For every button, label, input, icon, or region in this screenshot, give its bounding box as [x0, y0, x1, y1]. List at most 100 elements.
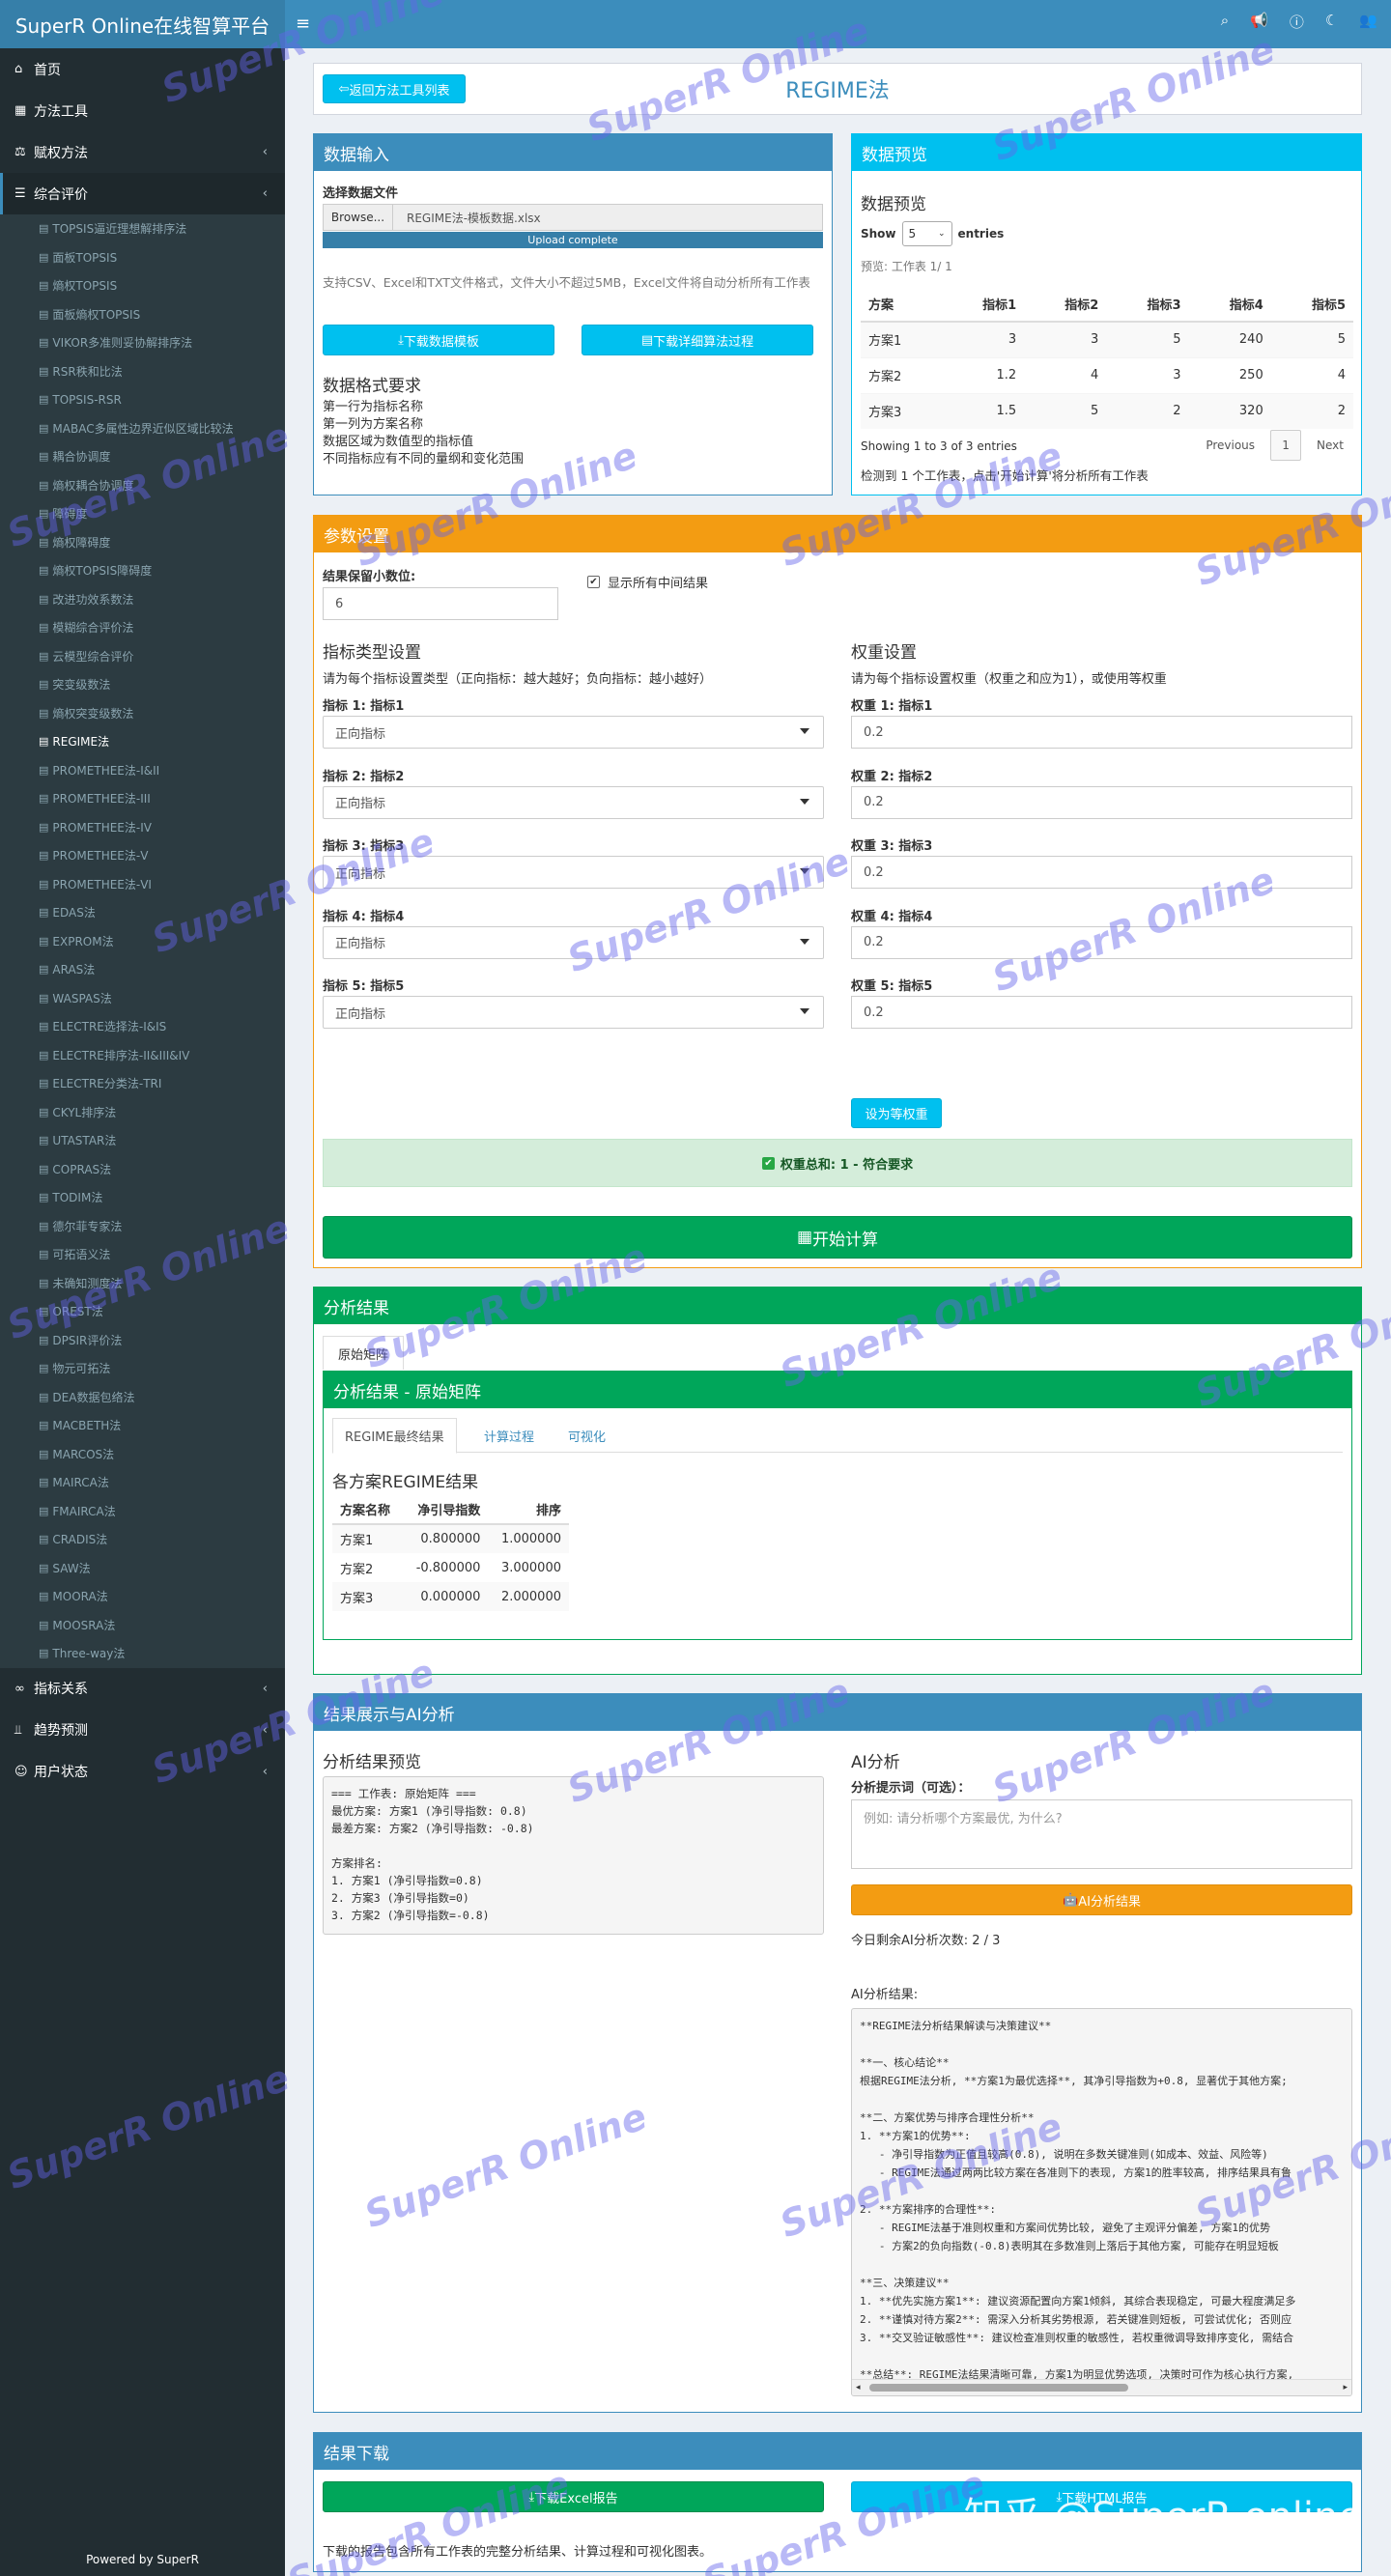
column-header[interactable]: 指标5 — [1270, 286, 1353, 323]
tab-original-matrix[interactable]: 原始矩阵 — [323, 1336, 404, 1370]
tab-visualization[interactable]: 可视化 — [558, 1418, 615, 1453]
sidebar-subitem[interactable]: ▤ 熵权耦合协调度 — [0, 471, 285, 500]
sidebar-subitem[interactable]: ▤ TOPSIS-RSR — [0, 385, 285, 414]
sidebar-subitem[interactable]: ▤ TOPSIS逼近理想解排序法 — [0, 214, 285, 243]
sidebar-subitem[interactable]: ▤ 德尔菲专家法 — [0, 1212, 285, 1241]
sidebar-subitem[interactable]: ▤ CKYL排序法 — [0, 1098, 285, 1127]
sidebar-subitem[interactable]: ▤ MAIRCA法 — [0, 1468, 285, 1497]
column-header[interactable]: 指标4 — [1188, 286, 1271, 323]
sidebar-subitem[interactable]: ▤ FMAIRCA法 — [0, 1497, 285, 1526]
weight-input[interactable]: 0.2 — [851, 785, 1352, 819]
sidebar-subitem[interactable]: ▤ PROMETHEE法-VI — [0, 870, 285, 899]
sidebar-subitem[interactable]: ▤ UTASTAR法 — [0, 1126, 285, 1155]
indicator-type-select[interactable]: 正向指标 — [323, 785, 824, 819]
tab-final-result[interactable]: REGIME最终结果 — [332, 1418, 457, 1454]
sidebar-subitem[interactable]: ▤ REGIME法 — [0, 727, 285, 756]
sidebar-item-indicator-relation[interactable]: ∞ 指标关系 ‹ — [0, 1668, 285, 1710]
sidebar-subitem[interactable]: ▤ ARAS法 — [0, 955, 285, 984]
ai-analyze-button[interactable]: 🤖 AI分析结果 — [851, 1884, 1352, 1915]
weight-input[interactable]: 0.2 — [851, 856, 1352, 889]
sidebar-subitem[interactable]: ▤ Three-way法 — [0, 1639, 285, 1668]
sidebar-subitem[interactable]: ▤ DPSIR评价法 — [0, 1326, 285, 1355]
sidebar-subitem[interactable]: ▤ ELECTRE排序法-II&III&IV — [0, 1041, 285, 1070]
sidebar-subitem[interactable]: ▤ TODIM法 — [0, 1183, 285, 1212]
sidebar-subitem[interactable]: ▤ 面板TOPSIS — [0, 243, 285, 272]
file-input[interactable]: Browse... REGIME法-模板数据.xlsx — [323, 204, 823, 231]
sidebar-item-trend[interactable]: ⫫ 趋势预测 ‹ — [0, 1710, 285, 1751]
decimals-input[interactable]: 6 — [323, 587, 558, 620]
sidebar-subitem[interactable]: ▤ SAW法 — [0, 1554, 285, 1583]
previous-page-button[interactable]: Previous — [1190, 439, 1270, 452]
sidebar-subitem[interactable]: ▤ 熵权突变级数法 — [0, 699, 285, 728]
sidebar-subitem[interactable]: ▤ 可拓语义法 — [0, 1240, 285, 1269]
weight-input[interactable]: 0.2 — [851, 925, 1352, 959]
sidebar-subitem[interactable]: ▤ OREST法 — [0, 1297, 285, 1326]
sidebar-subitem[interactable]: ▤ EDAS法 — [0, 898, 285, 927]
sidebar-subitem[interactable]: ▤ 耦合协调度 — [0, 442, 285, 471]
sidebar-item-weighting[interactable]: ⚖ 赋权方法 ‹ — [0, 131, 285, 173]
download-detail-button[interactable]: ▤ 下载详细算法过程 — [582, 325, 813, 355]
next-page-button[interactable]: Next — [1301, 439, 1344, 452]
sidebar-subitem[interactable]: ▤ 云模型综合评价 — [0, 642, 285, 671]
indicator-type-select[interactable]: 正向指标 — [323, 856, 824, 889]
weight-input[interactable]: 0.2 — [851, 996, 1352, 1029]
download-template-button[interactable]: ⤓ 下载数据模板 — [323, 325, 554, 355]
sidebar-subitem[interactable]: ▤ PROMETHEE法-III — [0, 784, 285, 813]
show-all-checkbox[interactable]: ✔ — [587, 576, 600, 588]
users-icon[interactable]: 👥 — [1359, 12, 1377, 32]
sidebar-subitem[interactable]: ▤ 物元可拓法 — [0, 1354, 285, 1383]
sidebar-item-evaluation[interactable]: ☰ 综合评价 ‹ — [0, 173, 285, 214]
sidebar-subitem[interactable]: ▤ 熵权TOPSIS — [0, 271, 285, 300]
scroll-right-icon[interactable]: ▸ — [1343, 2383, 1348, 2392]
scroll-left-icon[interactable]: ◂ — [856, 2383, 861, 2392]
sidebar-subitem[interactable]: ▤ ELECTRE选择法-I&IS — [0, 1012, 285, 1041]
sidebar-item-home[interactable]: ⌂ 首页 — [0, 48, 285, 90]
sidebar-subitem[interactable]: ▤ COPRAS法 — [0, 1155, 285, 1184]
indicator-type-select[interactable]: 正向指标 — [323, 716, 824, 749]
sidebar-subitem[interactable]: ▤ MARCOS法 — [0, 1440, 285, 1469]
sidebar-subitem[interactable]: ▤ 面板熵权TOPSIS — [0, 300, 285, 329]
start-calculation-button[interactable]: ▦ 开始计算 — [323, 1216, 1352, 1259]
sidebar-subitem[interactable]: ▤ 熵权障碍度 — [0, 528, 285, 557]
indicator-type-select[interactable]: 正向指标 — [323, 996, 824, 1029]
bars-icon[interactable]: ≡ — [296, 14, 310, 34]
sidebar-subitem[interactable]: ▤ PROMETHEE法-IV — [0, 813, 285, 842]
prompt-textarea[interactable]: 例如: 请分析哪个方案最优, 为什么? — [851, 1799, 1352, 1869]
page-length-select[interactable]: 5 ⌄ — [901, 221, 952, 246]
column-header[interactable]: 方案 — [861, 286, 942, 323]
sidebar-subitem[interactable]: ▤ MACBETH法 — [0, 1411, 285, 1440]
download-excel-button[interactable]: ⤓ 下载Excel报告 — [323, 2481, 824, 2512]
sidebar-subitem[interactable]: ▤ 熵权TOPSIS障碍度 — [0, 556, 285, 585]
sidebar-subitem[interactable]: ▤ 突变级数法 — [0, 670, 285, 699]
sidebar-subitem[interactable]: ▤ EXPROM法 — [0, 927, 285, 956]
equal-weight-button[interactable]: 设为等权重 — [851, 1098, 942, 1128]
search-icon[interactable]: ⌕ — [1221, 12, 1229, 32]
sidebar-subitem[interactable]: ▤ MABAC多属性边界近似区域比较法 — [0, 414, 285, 443]
sidebar-subitem[interactable]: ▤ PROMETHEE法-I&II — [0, 756, 285, 785]
indicator-type-select[interactable]: 正向指标 — [323, 925, 824, 959]
column-header[interactable]: 指标3 — [1106, 286, 1189, 323]
sidebar-subitem[interactable]: ▤ PROMETHEE法-V — [0, 841, 285, 870]
sidebar-subitem[interactable]: ▤ CRADIS法 — [0, 1525, 285, 1554]
column-header[interactable]: 指标2 — [1024, 286, 1107, 323]
sidebar-subitem[interactable]: ▤ 障碍度 — [0, 499, 285, 528]
sidebar-subitem[interactable]: ▤ ELECTRE分类法-TRI — [0, 1069, 285, 1098]
bullhorn-icon[interactable]: 📢 — [1250, 12, 1268, 32]
sidebar-subitem[interactable]: ▤ 改进功效系数法 — [0, 585, 285, 614]
scrollbar-thumb[interactable] — [869, 2384, 1128, 2392]
column-header[interactable]: 指标1 — [941, 286, 1025, 323]
question-circle-icon[interactable]: ⓘ — [1290, 12, 1304, 32]
sidebar-subitem[interactable]: ▤ 未确知测度法 — [0, 1269, 285, 1298]
sidebar-item-user-status[interactable]: ☺ 用户状态 ‹ — [0, 1751, 285, 1793]
page-number-button[interactable]: 1 — [1270, 430, 1302, 461]
weight-input[interactable]: 0.2 — [851, 716, 1352, 749]
sidebar-subitem[interactable]: ▤ MOOSRA法 — [0, 1611, 285, 1640]
sidebar-item-tools[interactable]: ▦ 方法工具 — [0, 90, 285, 131]
sidebar-subitem[interactable]: ▤ DEA数据包络法 — [0, 1383, 285, 1412]
browse-button[interactable]: Browse... — [324, 205, 393, 230]
moon-icon[interactable]: ☾ — [1325, 12, 1338, 32]
horizontal-scrollbar[interactable]: ◂ ▸ — [852, 2379, 1351, 2395]
sidebar-subitem[interactable]: ▤ MOORA法 — [0, 1582, 285, 1611]
sidebar-subitem[interactable]: ▤ 模糊综合评价法 — [0, 613, 285, 642]
sidebar-subitem[interactable]: ▤ VIKOR多准则妥协解排序法 — [0, 328, 285, 357]
